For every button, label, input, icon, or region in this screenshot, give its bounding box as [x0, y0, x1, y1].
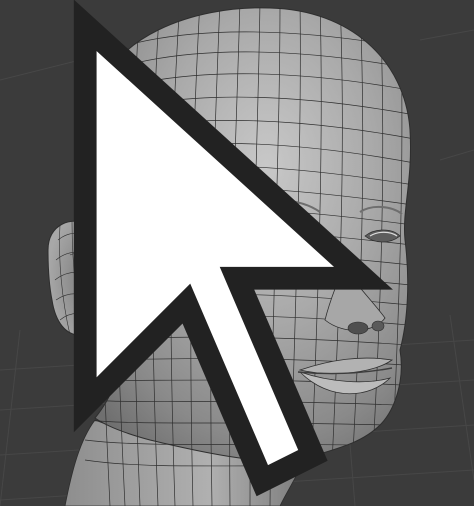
arrow-cursor-icon — [73, 0, 393, 497]
3d-viewport[interactable] — [0, 0, 474, 506]
